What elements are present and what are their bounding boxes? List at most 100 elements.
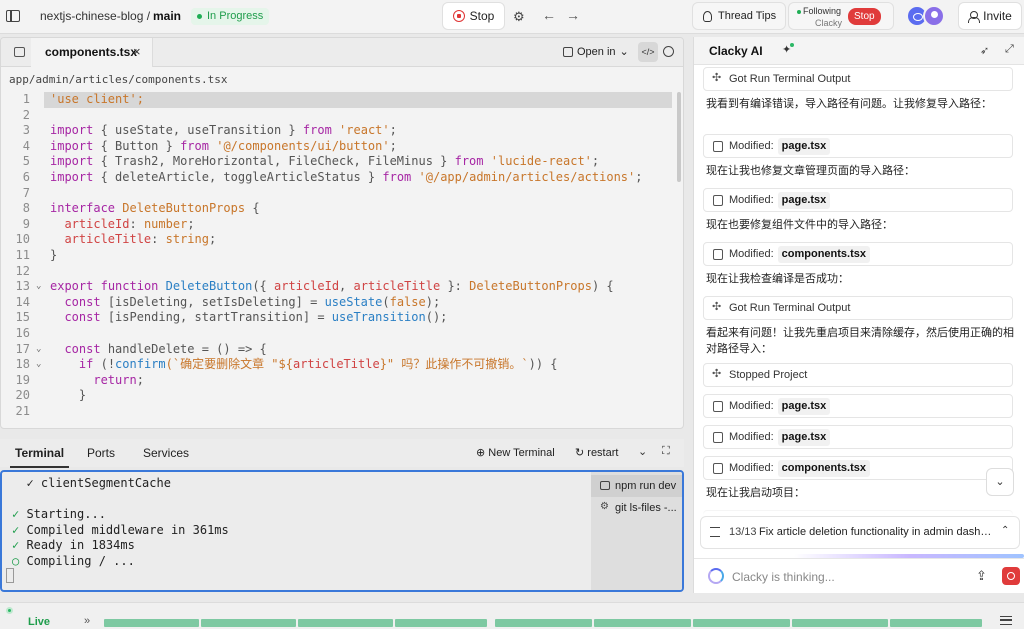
terminal-line: ✓ Ready in 1834ms — [12, 538, 229, 554]
file-chip[interactable]: page.tsx — [777, 398, 831, 415]
arrow-left-icon[interactable]: ← — [542, 7, 556, 23]
code-line: 19 return; — [1, 373, 683, 389]
timeline-segment — [890, 619, 982, 627]
terminal-line-text: Compiled middleware in 361ms — [19, 522, 229, 537]
chat-header: Clacky AI ✦ ➶ ⤢ — [694, 37, 1024, 65]
following-indicator — [797, 10, 801, 14]
following-stop-button[interactable]: Stop — [848, 8, 881, 25]
file-chip[interactable]: components.tsx — [777, 460, 870, 477]
stop-button[interactable]: Stop — [442, 2, 505, 30]
menu-icon[interactable] — [1000, 616, 1012, 625]
new-terminal-button[interactable]: ⊕ New Terminal — [476, 446, 555, 459]
chat-messages[interactable]: ✣ Got Run Terminal Output 我看到有编译错误，导入路径有问题… — [694, 65, 1024, 515]
chat-action-card[interactable]: Modified: page.tsx — [703, 425, 1013, 449]
terminal-session-label: git ls-files -... — [615, 502, 677, 514]
scroll-down-button[interactable]: ⌄ — [986, 468, 1014, 496]
terminal-line-text: ✓ clientSegmentCache — [12, 476, 171, 490]
collapse-icon[interactable]: ⌄ — [638, 445, 647, 458]
code-line: 14 const [isDeleting, setIsDeleting] = u… — [1, 295, 683, 311]
tab-services[interactable]: Services — [143, 446, 189, 460]
card-label: Modified: — [729, 431, 774, 443]
editor-tab-bar: components.tsx × Open in ⌄ </> — [1, 38, 683, 67]
timeline-segment — [395, 619, 487, 627]
sparkle-icon[interactable]: ✦ — [782, 43, 794, 56]
line-number: 15 — [15, 310, 30, 325]
thread-tips-button[interactable]: Thread Tips — [692, 2, 786, 30]
code-line: 3 import { useState, useTransition } from… — [1, 123, 683, 139]
editor-scrollbar[interactable] — [677, 92, 681, 182]
expand-icon[interactable]: ⤢ — [1005, 43, 1014, 56]
file-path-breadcrumb: app/admin/articles/components.tsx — [9, 73, 228, 86]
chat-action-card[interactable]: ✣ Got Run Terminal Output — [703, 67, 1013, 91]
file-chip[interactable]: components.tsx — [777, 246, 870, 263]
stop-icon — [452, 10, 465, 22]
compass-icon[interactable] — [663, 46, 674, 57]
line-number: 18 — [15, 357, 30, 372]
stop-generation-button[interactable] — [1002, 567, 1020, 585]
terminal-session-item[interactable]: npm run dev — [591, 475, 682, 497]
following-label: Following — [803, 6, 842, 16]
activity-timeline[interactable] — [104, 619, 982, 627]
task-progress-bar[interactable]: 13/13 Fix article deletion functionality… — [700, 516, 1020, 549]
tool-icon: ✣ — [712, 368, 722, 380]
timeline-segment — [298, 619, 393, 627]
restart-button[interactable]: ↻ restart — [575, 446, 618, 459]
fold-chevron-icon[interactable]: ⌄ — [36, 357, 41, 373]
line-number: 16 — [15, 326, 30, 340]
terminal-line: ✓ Starting... — [12, 507, 229, 523]
file-chip[interactable]: page.tsx — [777, 429, 831, 446]
settings-sliders-icon[interactable]: ⚙ — [513, 9, 525, 25]
split-view-icon[interactable] — [14, 47, 25, 57]
chevron-up-icon[interactable]: ⌃ — [1001, 525, 1009, 536]
terminal-panel[interactable]: ✓ clientSegmentCache ✓ Starting... ✓ Compi… — [0, 470, 684, 592]
chat-message: 我看到有编译错误，导入路径有问题。让我修复导入路径： — [706, 98, 992, 110]
fold-chevron-icon[interactable]: ⌄ — [36, 342, 41, 358]
upload-icon[interactable]: ⇪ — [976, 568, 987, 584]
arrow-right-icon[interactable]: → — [566, 7, 580, 23]
double-chevron-icon[interactable]: » — [84, 615, 90, 627]
terminal-session-item[interactable]: ⚙ git ls-files -... — [591, 497, 682, 519]
chat-action-card[interactable]: Modified: page.tsx — [703, 394, 1013, 418]
chat-action-card[interactable]: Modified: components.tsx — [703, 242, 1013, 266]
editor-tab-components[interactable]: components.tsx × — [31, 38, 153, 67]
chat-message: 现在让我检查编译是否成功： — [706, 273, 849, 285]
fold-chevron-icon[interactable]: ⌄ — [36, 279, 41, 295]
chat-action-card[interactable]: ✣ Got Run Terminal Output — [703, 296, 1013, 320]
tab-ports[interactable]: Ports — [87, 446, 115, 460]
branch-name[interactable]: main — [153, 9, 181, 23]
code-view-button[interactable]: </> — [638, 42, 658, 62]
sidebar-toggle-icon[interactable] — [6, 10, 20, 22]
rocket-icon[interactable]: ➶ — [980, 44, 989, 57]
code-line: 6 import { deleteArticle, toggleArticleSt… — [1, 170, 683, 186]
close-icon[interactable]: × — [133, 44, 141, 59]
invite-button[interactable]: Invite — [958, 2, 1022, 30]
file-chip[interactable]: page.tsx — [777, 138, 831, 155]
live-indicator-icon — [6, 607, 13, 614]
collaborator-avatars[interactable] — [906, 5, 950, 27]
terminal-line: ✓ clientSegmentCache — [12, 476, 229, 492]
chat-action-card[interactable]: Modified: page.tsx — [703, 188, 1013, 212]
chat-action-card[interactable]: ✣ Stopped Project — [703, 363, 1013, 387]
chat-action-card[interactable]: Modified: page.tsx — [703, 134, 1013, 158]
file-chip[interactable]: page.tsx — [777, 192, 831, 209]
chat-action-card[interactable]: Modified: components.tsx — [703, 456, 1013, 480]
card-label: Stopped Project — [729, 369, 808, 381]
chat-input-placeholder[interactable]: Clacky is thinking... — [732, 570, 835, 584]
bottom-bar: Live » — [0, 602, 1024, 629]
code-line: 4 import { Button } from '@/components/ui… — [1, 139, 683, 155]
tab-terminal[interactable]: Terminal — [9, 446, 70, 468]
code-line: 1'use client'; — [1, 92, 683, 108]
terminal-line: ○ Compiling / ... — [12, 554, 229, 570]
top-bar: nextjs-chinese-blog / main In Progress S… — [0, 0, 1024, 34]
maximize-icon[interactable]: ⛶ — [662, 445, 670, 458]
line-number: 13 — [15, 279, 30, 294]
chat-input-area[interactable]: Clacky is thinking... ⇪ — [694, 558, 1024, 593]
task-list-icon — [710, 527, 720, 537]
file-edit-icon — [713, 141, 723, 152]
open-in-button[interactable]: Open in ⌄ — [563, 45, 629, 58]
live-label: Live — [28, 616, 51, 628]
code-line: 20 } — [1, 388, 683, 404]
code-editor: components.tsx × Open in ⌄ </> app/admin… — [0, 37, 684, 429]
line-number: 8 — [22, 201, 30, 216]
repo-name[interactable]: nextjs-chinese-blog / — [40, 9, 150, 23]
